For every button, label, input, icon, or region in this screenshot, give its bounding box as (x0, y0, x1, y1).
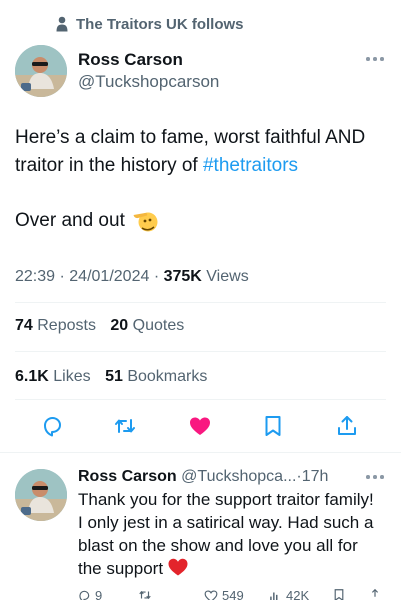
social-context-label: The Traitors UK follows (76, 15, 244, 33)
reposts-stat[interactable]: 74 Reposts (15, 317, 96, 334)
reply-handle[interactable]: @Tuckshopca... (181, 468, 296, 485)
share-icon (371, 588, 379, 597)
like-bookmark-stats: 6.1K Likes 51 Bookmarks (15, 366, 217, 388)
bookmark-icon (334, 589, 344, 600)
reply-time[interactable]: 17h (302, 468, 329, 485)
tweet-meta: 22:39 · 24/01/2024 · 375K Views (15, 266, 249, 288)
views-label: Views (206, 268, 249, 285)
saluting-face-icon (133, 209, 159, 233)
reply-action-bar: 9 549 42K (0, 588, 401, 600)
bookmark-icon (265, 416, 281, 436)
author-block[interactable]: Ross Carson @Tuckshopcarson (78, 50, 219, 93)
repost-quote-stats: 74 Reposts 20 Quotes (15, 315, 194, 337)
quotes-stat[interactable]: 20 Quotes (110, 317, 184, 334)
quotes-count: 20 (110, 317, 129, 334)
person-icon (56, 16, 68, 32)
divider (15, 351, 386, 352)
more-options-icon[interactable] (366, 56, 384, 62)
tweet-text-line2: Over and out (15, 207, 159, 235)
reply-avatar[interactable] (15, 469, 67, 521)
like-icon (190, 417, 210, 435)
divider (15, 302, 386, 303)
views-icon (270, 592, 278, 600)
author-handle[interactable]: @Tuckshopcarson (78, 71, 219, 93)
reply-header: Ross Carson @Tuckshopca...·17h (78, 466, 328, 488)
like-button[interactable] (186, 412, 214, 440)
bookmarks-label: Bookmarks (127, 368, 208, 385)
tweet-text-body: Here’s a claim to fame, worst faithful A… (15, 127, 366, 176)
divider (0, 452, 401, 453)
quotes-label: Quotes (132, 317, 185, 334)
reposts-label: Reposts (37, 317, 96, 334)
reply-text-body: Thank you for the support traitor family… (78, 490, 374, 578)
reply-icon (44, 417, 61, 437)
tweet-text-second-line: Over and out (15, 210, 125, 231)
share-icon (338, 416, 356, 435)
reply-retweet-button[interactable] (138, 588, 152, 600)
share-button[interactable] (333, 412, 361, 440)
retweet-icon (139, 590, 151, 600)
social-context[interactable]: The Traitors UK follows (56, 14, 244, 34)
reply-bookmark-button[interactable] (332, 588, 346, 600)
views-count: 375K (163, 268, 202, 285)
reply-views-count: 42K (286, 588, 310, 600)
meta-separator: · (59, 268, 65, 285)
tweet-text: Here’s a claim to fame, worst faithful A… (15, 124, 390, 180)
reply-like-count: 549 (222, 588, 244, 600)
meta-separator: · (153, 268, 160, 285)
reply-button[interactable] (38, 412, 66, 440)
reposts-count: 74 (15, 317, 33, 334)
like-icon (204, 589, 218, 600)
reply-views-button[interactable]: 42K (268, 588, 309, 600)
likes-label: Likes (53, 368, 91, 385)
hashtag-link[interactable]: #thetraitors (203, 155, 298, 176)
reply-text: Thank you for the support traitor family… (78, 488, 378, 580)
reply-display-name[interactable]: Ross Carson (78, 468, 177, 485)
avatar-image (15, 45, 67, 97)
reply-share-button[interactable] (368, 588, 382, 600)
reply-more-options-icon[interactable] (366, 474, 384, 480)
reply-reply-count: 9 (95, 588, 103, 600)
likes-stat[interactable]: 6.1K Likes (15, 368, 91, 385)
action-bar (0, 412, 401, 442)
retweet-icon (115, 419, 135, 433)
reply-icon (79, 590, 90, 600)
tweet-date[interactable]: 24/01/2024 (69, 268, 149, 285)
avatar-image (15, 469, 67, 521)
reply-like-button[interactable]: 549 (204, 588, 244, 600)
reply-reply-button[interactable]: 9 (77, 588, 102, 600)
bookmarks-stat[interactable]: 51 Bookmarks (105, 368, 207, 385)
avatar[interactable] (15, 45, 67, 97)
author-display-name[interactable]: Ross Carson (78, 50, 219, 70)
red-heart-icon (168, 558, 188, 576)
retweet-button[interactable] (111, 412, 139, 440)
bookmarks-count: 51 (105, 368, 123, 385)
bookmark-button[interactable] (259, 412, 287, 440)
tweet-time[interactable]: 22:39 (15, 268, 55, 285)
divider (15, 399, 386, 400)
likes-count: 6.1K (15, 368, 49, 385)
